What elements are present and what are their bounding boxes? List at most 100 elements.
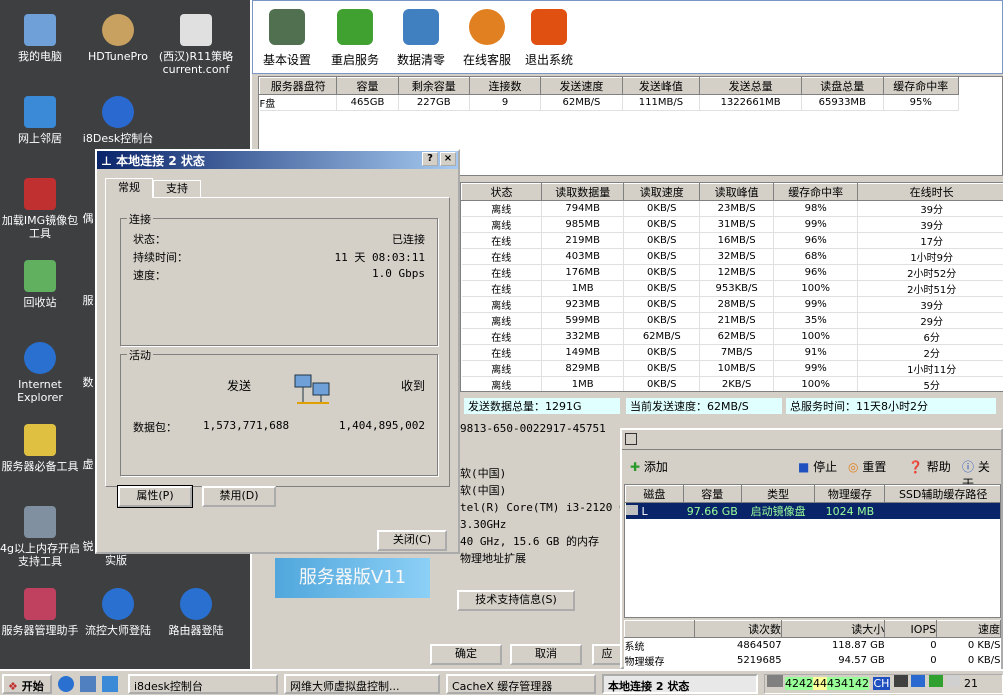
- column-header[interactable]: 读取峰值: [699, 183, 775, 201]
- tray-vc-icon[interactable]: [928, 675, 943, 687]
- img-loader-icon[interactable]: 加载IMG镜像包工具: [0, 178, 80, 240]
- size-cell: 97.66 GB: [686, 504, 738, 518]
- table-cell: 0KB/S: [623, 216, 701, 233]
- reset-icon: ◎: [848, 460, 859, 474]
- conf-file-icon[interactable]: (西汉)R11策略current.conf: [156, 14, 236, 76]
- table-cell: 118.87 GB: [831, 640, 885, 651]
- column-header[interactable]: 读大小: [781, 620, 886, 638]
- column-header[interactable]: 速度: [936, 620, 1001, 638]
- apply-button[interactable]: 应: [592, 644, 622, 665]
- column-header[interactable]: 磁盘: [625, 485, 684, 503]
- cancel-button[interactable]: 取消: [510, 644, 582, 665]
- start-button[interactable]: ❖ 开始: [2, 674, 52, 694]
- online-service-button[interactable]: 在线客服: [455, 9, 519, 68]
- column-header[interactable]: 容量: [682, 485, 742, 503]
- icon-label: 流控大师登陆: [85, 624, 151, 637]
- column-header[interactable]: 物理缓存: [814, 485, 886, 503]
- table-row[interactable]: 在线 219MB 0KB/S 16MB/S 96% 17分: [461, 232, 1003, 249]
- taskbar-item-virtual-disk[interactable]: 网维大师虚拟盘控制...: [284, 674, 440, 694]
- help-button[interactable]: ?: [422, 152, 438, 166]
- table-row[interactable]: 在线 403MB 0KB/S 32MB/S 68% 1小时9分: [461, 248, 1003, 265]
- network-places-icon[interactable]: 网上邻居: [0, 96, 80, 145]
- flow-master-icon[interactable]: 流控大师登陆: [78, 588, 158, 637]
- server-manager-icon[interactable]: 服务器管理助手: [0, 588, 80, 637]
- column-header[interactable]: 发送速度: [540, 77, 623, 95]
- table-row[interactable]: 在线 332MB 62MB/S 62MB/S 100% 6分: [461, 328, 1003, 345]
- clock[interactable]: 21: [964, 677, 978, 690]
- column-header[interactable]: IOPS: [884, 620, 938, 638]
- my-computer-icon[interactable]: 我的电脑: [0, 14, 80, 63]
- column-header[interactable]: 类型: [740, 485, 816, 503]
- memory-tool-icon[interactable]: 4g以上内存开启支持工具: [0, 506, 80, 568]
- server-tools-icon[interactable]: 服务器必备工具: [0, 424, 80, 473]
- column-header[interactable]: 读次数: [693, 620, 783, 638]
- basic-settings-button[interactable]: 基本设置: [255, 9, 319, 68]
- tray-app-icon[interactable]: [893, 675, 908, 687]
- table-row[interactable]: 离线 829MB 0KB/S 10MB/S 99% 1小时11分: [461, 360, 1003, 377]
- table-row[interactable]: 在线 1MB 0KB/S 953KB/S 100% 2小时51分: [461, 280, 1003, 297]
- column-header[interactable]: 发送总量: [699, 77, 803, 95]
- table-row[interactable]: 在线 176MB 0KB/S 12MB/S 96% 2小时52分: [461, 264, 1003, 281]
- status-label: 状态：: [133, 233, 166, 246]
- i8desk-icon[interactable]: i8Desk控制台: [78, 96, 158, 145]
- tab-general[interactable]: 常规: [105, 178, 153, 198]
- restart-service-button[interactable]: 重启服务: [323, 9, 387, 68]
- table-row[interactable]: L 97.66 GB 启动镜像盘 1024 MB: [625, 502, 1000, 519]
- column-header[interactable]: 剩余容量: [397, 77, 470, 95]
- cachex-stats-table: 读次数 读大小 IOPS 速度 系统 4864507 118.87 GB 0 0 KB/S 物理…: [624, 620, 1001, 670]
- column-header[interactable]: 缓存命中率: [773, 183, 859, 201]
- input-method-indicator[interactable]: CH: [872, 677, 891, 690]
- ie-icon[interactable]: Internet Explorer: [0, 342, 80, 404]
- column-header[interactable]: 容量: [336, 77, 399, 95]
- clear-data-button[interactable]: 数据清零: [389, 9, 453, 68]
- add-button[interactable]: ✚ 添加: [630, 458, 668, 475]
- disable-button[interactable]: 禁用(D): [202, 486, 276, 507]
- table-row[interactable]: 离线 923MB 0KB/S 28MB/S 99% 39分: [461, 296, 1003, 313]
- column-header[interactable]: 连接数: [468, 77, 542, 95]
- table-cell: 227GB: [398, 94, 470, 111]
- table-row[interactable]: 离线 794MB 0KB/S 23MB/S 98% 39分: [461, 200, 1003, 217]
- column-header[interactable]: 读取数据量: [541, 183, 625, 201]
- column-header[interactable]: 读盘总量: [801, 77, 884, 95]
- version-banner: 服务器版V11: [275, 558, 430, 598]
- column-header[interactable]: 发送峰值: [621, 77, 701, 95]
- table-cell: 0KB/S: [623, 360, 701, 377]
- taskbar-item-cachex[interactable]: CacheX 缓存管理器: [446, 674, 596, 694]
- hdtune-icon[interactable]: HDTunePro: [78, 14, 158, 63]
- table-row[interactable]: F盘 465GB 227GB 9 62MB/S 111MB/S 1322661MB 65933…: [259, 94, 960, 111]
- column-header[interactable]: 缓存命中率: [882, 77, 960, 95]
- dialog-titlebar[interactable]: ⊥ 本地连接 2 状态 ? ×: [97, 151, 458, 169]
- tray-i8desk-icon[interactable]: [911, 675, 926, 687]
- close-button[interactable]: ×: [440, 152, 456, 166]
- column-header[interactable]: 在线时长: [857, 183, 1003, 201]
- ok-button[interactable]: 确定: [430, 644, 502, 665]
- recycle-bin-icon[interactable]: 回收站: [0, 260, 80, 309]
- ie-quicklaunch-icon[interactable]: [58, 676, 74, 692]
- table-cell: 100%: [773, 328, 859, 345]
- table-row[interactable]: 离线 599MB 0KB/S 21MB/S 35% 29分: [461, 312, 1003, 329]
- exit-system-button[interactable]: 退出系统: [517, 9, 581, 68]
- network-quicklaunch-icon[interactable]: [102, 676, 118, 692]
- properties-button[interactable]: 属性(P): [117, 485, 193, 508]
- reset-button[interactable]: ◎ 重置: [848, 458, 886, 475]
- tab-support[interactable]: 支持: [153, 180, 201, 197]
- table-row[interactable]: 离线 1MB 0KB/S 2KB/S 100% 5分: [461, 376, 1003, 391]
- cachex-titlebar[interactable]: [622, 430, 1001, 450]
- stop-button[interactable]: ■ 停止: [798, 458, 837, 475]
- cache-cell: 1024 MB: [825, 504, 875, 518]
- table-row[interactable]: 离线 985MB 0KB/S 31MB/S 99% 39分: [461, 216, 1003, 233]
- table-cell: 离线: [461, 296, 543, 313]
- column-header[interactable]: 状态: [461, 183, 543, 201]
- help-button[interactable]: ❓ 帮助: [908, 458, 951, 475]
- taskbar-item-i8desk[interactable]: i8desk控制台: [128, 674, 278, 694]
- tray-network-icon[interactable]: [946, 675, 961, 687]
- tech-support-button[interactable]: 技术支持信息(S): [457, 590, 575, 611]
- show-desktop-icon[interactable]: [80, 676, 96, 692]
- table-row[interactable]: 在线 149MB 0KB/S 7MB/S 91% 2分: [461, 344, 1003, 361]
- column-header[interactable]: 读取速度: [623, 183, 701, 201]
- column-header[interactable]: SSD辅助缓存路径: [884, 485, 1000, 503]
- column-header[interactable]: 服务器盘符: [258, 77, 338, 95]
- taskbar-item-connection-status[interactable]: 本地连接 2 状态: [602, 674, 758, 694]
- close-dialog-button[interactable]: 关闭(C): [377, 530, 447, 551]
- router-login-icon[interactable]: 路由器登陆: [156, 588, 236, 637]
